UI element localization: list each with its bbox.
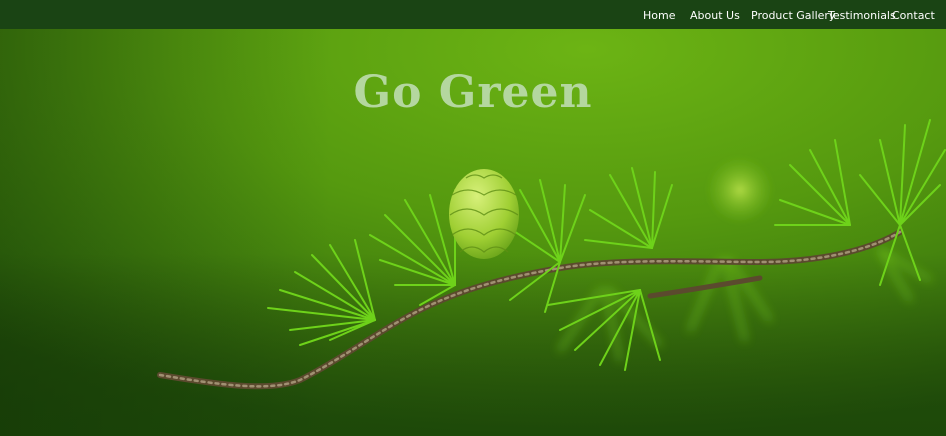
nav-testimonials-link[interactable]: Testimonials [828,0,896,29]
nav-product-gallery-link[interactable]: Product Gallery [751,0,835,29]
nav-contact-link[interactable]: Contact [892,0,935,29]
nav-about-us-link[interactable]: About Us [690,0,740,29]
hero-title: Go Green [353,67,593,118]
nav-home-link[interactable]: Home [643,0,675,29]
top-navbar: Home About Us Product Gallery Testimonia… [0,0,946,29]
page: Home About Us Product Gallery Testimonia… [0,0,946,436]
hero-banner: Go Green [0,29,946,436]
